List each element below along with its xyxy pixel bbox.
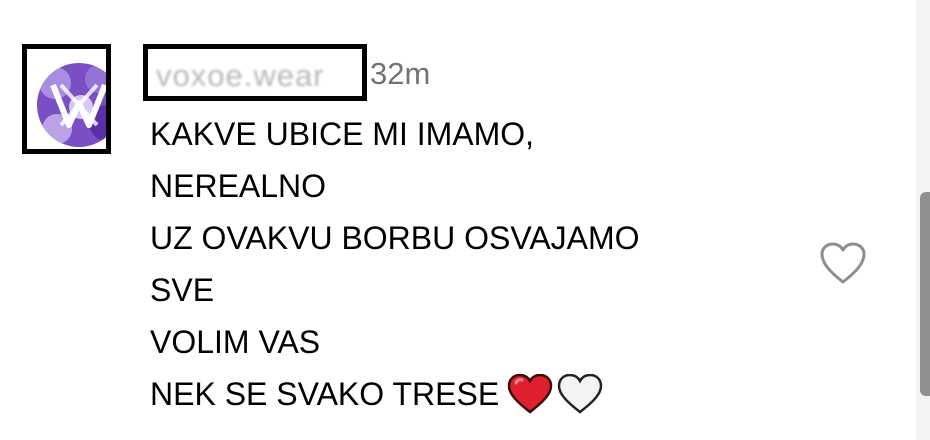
avatar-logo-icon xyxy=(37,63,106,147)
scrollbar-thumb[interactable] xyxy=(920,192,930,396)
comment-view: voxoe.wear 32m KAKVE UBICE MI IMAMO, NER… xyxy=(0,0,930,440)
emoji-group xyxy=(507,373,603,414)
comment-timestamp[interactable]: 32m xyxy=(370,56,430,92)
white-heart-icon xyxy=(557,373,603,414)
comment-line-with-emoji: NEK SE SVAKO TRESE xyxy=(150,368,790,420)
avatar-frame xyxy=(22,44,111,154)
comment-line: NEREALNO xyxy=(150,168,327,204)
comment-line: UZ OVAKVU BORBU OSVAJAMO xyxy=(150,220,640,256)
avatar[interactable] xyxy=(37,63,106,147)
heart-outline-icon xyxy=(820,242,866,284)
comment-line: VOLIM VAS xyxy=(150,324,321,360)
username-redaction: voxoe.wear xyxy=(143,44,367,101)
comment-text: KAKVE UBICE MI IMAMO, NEREALNO UZ OVAKVU… xyxy=(150,108,790,420)
username[interactable]: voxoe.wear xyxy=(156,59,325,93)
comment-line: NEK SE SVAKO TRESE xyxy=(150,376,500,412)
comment-line: KAKVE UBICE MI IMAMO, xyxy=(150,116,535,152)
comment-line: SVE xyxy=(150,272,215,308)
red-heart-icon xyxy=(507,373,553,414)
like-button[interactable] xyxy=(818,240,868,286)
